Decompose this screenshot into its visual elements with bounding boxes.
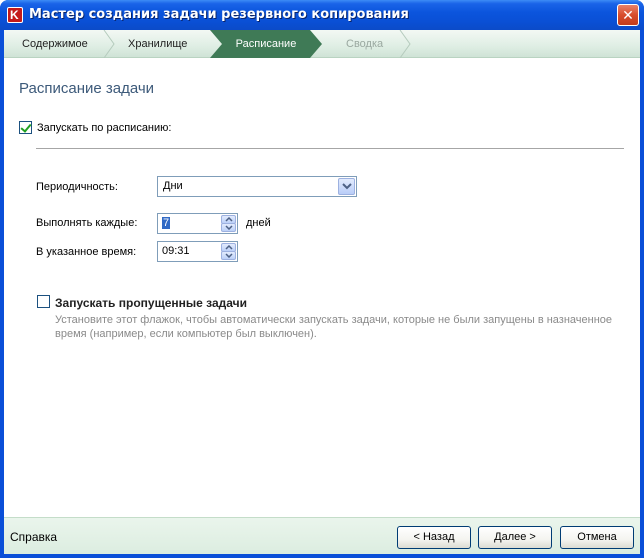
run-on-schedule-checkbox[interactable] [19, 121, 32, 134]
back-button[interactable]: < Назад [397, 526, 471, 549]
every-days-stepper[interactable]: 7 [157, 213, 238, 234]
chevron-down-icon [342, 183, 352, 190]
window-title: Мастер создания задачи резервного копиро… [29, 7, 409, 22]
step-separator-icon [399, 30, 411, 58]
time-value[interactable]: 09:31 [162, 245, 190, 257]
arrow-up-icon [225, 217, 233, 222]
frequency-value: Дни [163, 180, 183, 192]
step-separator-icon [103, 30, 115, 58]
arrow-down-icon [225, 253, 233, 258]
run-missed-description: Установите этот флажок, чтобы автоматиче… [55, 314, 613, 340]
every-days-down-button[interactable] [221, 223, 236, 232]
cancel-button[interactable]: Отмена [560, 526, 634, 549]
title-bar[interactable]: K Мастер создания задачи резервного копи… [0, 0, 644, 30]
page-title: Расписание задачи [19, 80, 155, 97]
wizard-window: K Мастер создания задачи резервного копи… [0, 0, 644, 558]
step-contents[interactable]: Содержимое [22, 30, 88, 58]
kaspersky-k-icon: K [7, 7, 23, 23]
run-on-schedule-label[interactable]: Запускать по расписанию: [37, 122, 171, 134]
wizard-footer: Справка < Назад Далее > Отмена [4, 517, 640, 554]
time-down-button[interactable] [221, 251, 236, 260]
arrow-down-icon [225, 225, 233, 230]
step-schedule[interactable]: Расписание [210, 30, 322, 58]
every-units-label: дней [246, 217, 271, 229]
step-storage[interactable]: Хранилище [128, 30, 187, 58]
stepper-buttons [221, 243, 236, 260]
time-label: В указанное время: [36, 246, 137, 258]
close-button[interactable]: ✕ [617, 4, 639, 26]
run-missed-label[interactable]: Запускать пропущенные задачи [55, 296, 247, 310]
close-icon: ✕ [622, 7, 634, 23]
step-summary: Сводка [346, 38, 384, 50]
frequency-label: Периодичность: [36, 181, 118, 193]
help-link[interactable]: Справка [10, 530, 57, 544]
wizard-client-area: Содержимое Хранилище Расписание Сводка Р… [4, 30, 640, 554]
wizard-steps: Содержимое Хранилище Расписание Сводка [4, 30, 640, 58]
separator [36, 148, 624, 149]
next-button[interactable]: Далее > [478, 526, 552, 549]
arrow-up-icon [225, 245, 233, 250]
every-days-value[interactable]: 7 [162, 217, 171, 229]
frequency-dropdown-button[interactable] [338, 178, 355, 195]
time-picker[interactable]: 09:31 [157, 241, 238, 262]
run-missed-checkbox[interactable] [37, 295, 50, 308]
stepper-buttons [221, 215, 236, 232]
every-label: Выполнять каждые: [36, 217, 138, 229]
frequency-select[interactable]: Дни [157, 176, 357, 197]
